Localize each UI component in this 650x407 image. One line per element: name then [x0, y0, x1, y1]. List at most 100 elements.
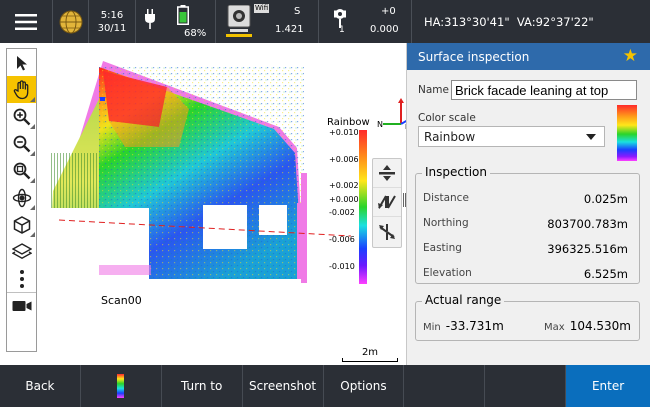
favorite-star-icon[interactable]: ★	[623, 47, 638, 66]
time-text: 5:16	[100, 9, 124, 21]
target-id: 1	[339, 25, 345, 35]
legend-tick: +0.006	[329, 155, 359, 164]
color-scale-dropdown[interactable]: Rainbow	[418, 126, 605, 147]
orbit-tool[interactable]	[7, 184, 36, 211]
legend-color-bar	[359, 130, 367, 284]
scan-label: Scan00	[101, 294, 142, 307]
range-max: Max 104.530m	[544, 319, 631, 333]
surface-inspection-panel: Surface inspection ★ Name Color scale Ra…	[406, 43, 650, 365]
date-text: 30/11	[97, 22, 127, 34]
row-value: 396325.516m	[547, 242, 628, 256]
range-title: Actual range	[422, 293, 505, 307]
zoom-in-icon	[13, 108, 30, 125]
menu-button[interactable]	[0, 0, 53, 43]
row-label: Easting	[423, 242, 462, 254]
inspection-row-distance: Distance 0.025m	[423, 192, 628, 206]
min-value: -33.731m	[445, 319, 504, 333]
battery-percent: 68%	[184, 28, 207, 39]
options-button[interactable]: Options	[324, 365, 405, 407]
cube-view-icon	[13, 215, 30, 234]
layers-tool[interactable]	[7, 238, 36, 265]
level-plane-button[interactable]	[373, 159, 401, 188]
legend-tick: -0.002	[329, 208, 355, 217]
row-value: 803700.783m	[547, 217, 628, 231]
turn-to-button[interactable]: Turn to	[162, 365, 243, 407]
zoom-extents-tool[interactable]	[7, 157, 36, 184]
row-label: Distance	[423, 192, 469, 204]
target-height: 0.000	[370, 24, 399, 35]
video-icon	[12, 301, 31, 311]
enter-button[interactable]: Enter	[566, 365, 650, 407]
legend-tick: +0.010	[329, 128, 359, 137]
color-scale-button[interactable]	[81, 365, 162, 407]
more-options-tool[interactable]	[7, 265, 36, 292]
video-tool[interactable]	[7, 292, 36, 319]
legend-tick: -0.010	[329, 262, 355, 271]
panel-header: Surface inspection ★	[407, 43, 650, 70]
legend-tick: +0.000	[329, 195, 359, 204]
globe-icon	[59, 10, 82, 33]
horizontal-plane-icon	[379, 165, 395, 181]
inclined-plane-icon	[379, 223, 395, 240]
chevron-down-icon	[586, 134, 596, 140]
zoom-out-tool[interactable]	[7, 130, 36, 157]
inspection-row-northing: Northing 803700.783m	[423, 217, 628, 231]
more-options-icon	[19, 269, 24, 288]
hamburger-menu-icon	[15, 13, 37, 30]
color-scale-swatch	[617, 105, 637, 161]
range-min: Min -33.731m	[423, 319, 504, 333]
panel-title: Surface inspection	[418, 49, 530, 64]
color-scale-legend: Rainbow +0.010 +0.006 +0.002 +0.000 -0.0…	[323, 117, 375, 285]
row-value: 6.525m	[583, 267, 628, 281]
gnss-status-button[interactable]	[53, 0, 89, 43]
clock: 5:16 30/11	[89, 0, 136, 43]
status-bar: 5:16 30/11 68% Wifi S 1.421 1 +0 0.000 H…	[0, 0, 650, 43]
power-plug-icon	[145, 9, 155, 29]
angle-readout: HA:313°30'41" VA:92°37'22"	[412, 0, 650, 43]
empty-softkey	[404, 365, 486, 407]
back-button[interactable]: Back	[0, 365, 81, 407]
submenu-indicator	[30, 178, 35, 183]
pan-hand-icon	[13, 79, 28, 99]
layers-icon	[11, 242, 32, 259]
submenu-indicator	[30, 151, 35, 156]
view-cube-tool[interactable]	[7, 211, 36, 238]
scale-label: 2m	[361, 347, 379, 358]
row-label: Northing	[423, 217, 469, 229]
target-status[interactable]: 1 +0 0.000	[319, 0, 412, 43]
vertical-plane-button[interactable]	[373, 188, 401, 217]
row-value: 0.025m	[583, 192, 628, 206]
angles-text: HA:313°30'41" VA:92°37'22"	[424, 14, 594, 29]
instrument-value: 1.421	[275, 24, 304, 35]
inclined-plane-button[interactable]	[373, 217, 401, 246]
inspection-title: Inspection	[422, 165, 490, 179]
select-tool[interactable]	[7, 49, 36, 76]
orientation-axes-icon: N E	[377, 98, 406, 130]
color-scale-label: Color scale	[418, 112, 476, 124]
actual-range-group: Actual range Min -33.731m Max 104.530m	[415, 293, 640, 341]
vertical-plane-icon	[378, 195, 396, 209]
scan-view[interactable]: Scan00 N E Rainbow +0.010 +0.006 +0.002 …	[39, 43, 406, 365]
legend-tick: +0.002	[329, 181, 359, 190]
legend-tick: -0.006	[329, 235, 355, 244]
instrument-mode: S	[294, 6, 301, 17]
instrument-status[interactable]: Wifi S 1.421	[216, 0, 319, 43]
submenu-indicator	[30, 232, 35, 237]
screenshot-button[interactable]: Screenshot	[243, 365, 324, 407]
battery-icon	[177, 5, 189, 25]
max-label: Max	[544, 322, 565, 333]
color-scale-value: Rainbow	[424, 129, 476, 144]
pan-tool[interactable]	[7, 76, 36, 103]
power-status[interactable]: 68%	[136, 0, 216, 43]
empty-softkey	[485, 365, 567, 407]
inspection-row-elevation: Elevation 6.525m	[423, 267, 628, 281]
zoom-extents-icon	[13, 162, 30, 179]
scale-line	[342, 358, 398, 362]
name-input[interactable]	[451, 80, 637, 100]
name-label: Name	[418, 84, 449, 96]
name-row: Name	[418, 80, 637, 100]
softkey-bar: Back Turn to Screenshot Options Enter	[0, 365, 650, 407]
zoom-in-tool[interactable]	[7, 103, 36, 130]
scale-bar: 2m	[342, 347, 398, 362]
select-arrow-icon	[16, 55, 27, 70]
